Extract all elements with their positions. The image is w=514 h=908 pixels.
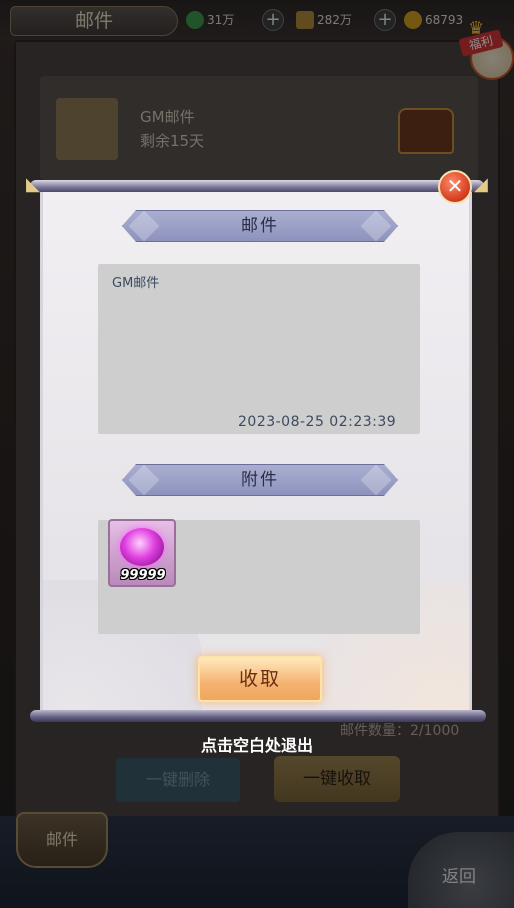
scroll-top-rod: [30, 180, 484, 192]
pink-gem-icon: [120, 528, 164, 566]
close-icon[interactable]: ✕: [438, 170, 472, 204]
rod-ornament-left: ◣: [26, 174, 40, 195]
exit-hint: 点击空白处退出: [200, 736, 313, 755]
mail-timestamp: 2023-08-25 02:23:39: [238, 414, 397, 430]
attachment-section-header: 附件: [122, 464, 398, 496]
rod-ornament-right: ◢: [474, 174, 488, 195]
mail-body-text: GM邮件: [112, 276, 160, 291]
mail-section-header: 邮件: [122, 210, 398, 242]
claim-button[interactable]: 收取: [198, 656, 322, 702]
scroll-bottom-rod: [30, 710, 486, 722]
attachment-item-count: 99999: [120, 568, 166, 583]
